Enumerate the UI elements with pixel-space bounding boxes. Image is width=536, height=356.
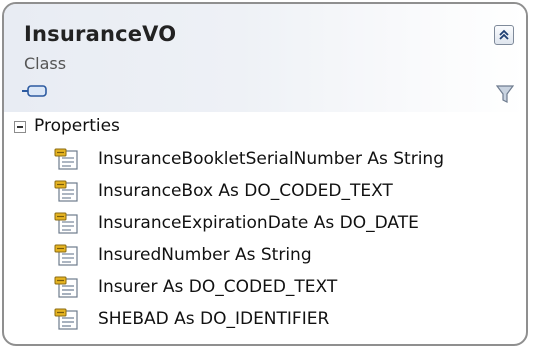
property-text: SHEBAD As DO_IDENTIFIER <box>98 309 330 329</box>
property-list: InsuranceBookletSerialNumber As String I… <box>4 144 526 336</box>
class-stereotype: Class <box>24 54 67 73</box>
minus-box-icon[interactable] <box>14 121 26 133</box>
property-icon <box>54 180 78 202</box>
property-item[interactable]: InsuredNumber As String <box>4 240 526 272</box>
property-icon <box>54 212 78 234</box>
property-item[interactable]: InsuranceBox As DO_CODED_TEXT <box>4 176 526 208</box>
class-shape[interactable]: InsuranceVO Class Properties InsuranceBo… <box>2 2 528 346</box>
property-item[interactable]: Insurer As DO_CODED_TEXT <box>4 272 526 304</box>
filter-icon[interactable] <box>496 84 514 104</box>
property-text: InsuredNumber As String <box>98 245 312 265</box>
property-icon <box>54 148 78 170</box>
double-chevron-up-icon <box>499 29 509 40</box>
property-icon <box>54 276 78 298</box>
property-icon <box>54 244 78 266</box>
property-text: InsuranceExpirationDate As DO_DATE <box>98 213 419 233</box>
properties-compartment-header[interactable]: Properties <box>4 112 526 140</box>
property-item[interactable]: SHEBAD As DO_IDENTIFIER <box>4 304 526 336</box>
property-item[interactable]: InsuranceExpirationDate As DO_DATE <box>4 208 526 240</box>
class-name[interactable]: InsuranceVO <box>24 22 176 46</box>
property-item[interactable]: InsuranceBookletSerialNumber As String <box>4 144 526 176</box>
property-text: Insurer As DO_CODED_TEXT <box>98 277 338 297</box>
property-icon <box>54 308 78 330</box>
class-shape-icon <box>22 85 47 97</box>
property-text: InsuranceBox As DO_CODED_TEXT <box>98 181 393 201</box>
collapse-button[interactable] <box>494 25 514 45</box>
property-text: InsuranceBookletSerialNumber As String <box>98 149 444 169</box>
compartment-title: Properties <box>34 116 120 136</box>
class-header: InsuranceVO Class <box>4 4 526 112</box>
